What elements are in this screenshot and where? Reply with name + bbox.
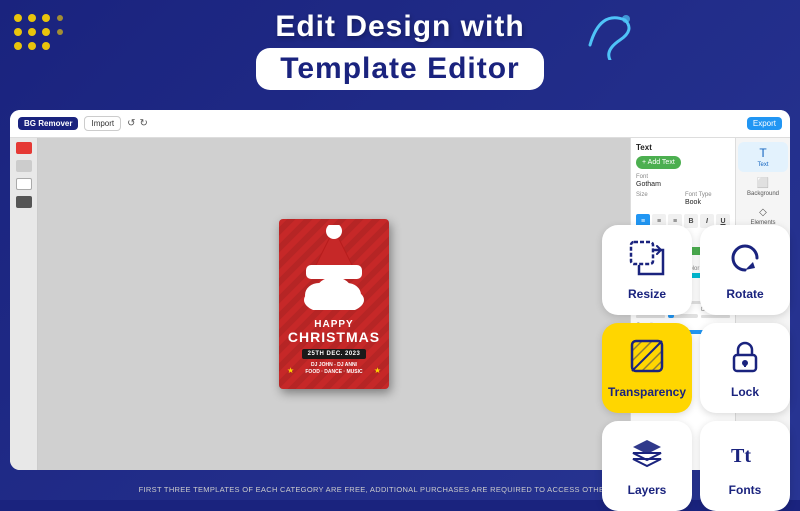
import-button[interactable]: Import bbox=[84, 116, 121, 131]
redo-icon[interactable]: ↻ bbox=[140, 118, 148, 129]
rotate-label: Rotate bbox=[726, 287, 763, 301]
layer-item[interactable] bbox=[16, 196, 32, 208]
hat-svg bbox=[304, 225, 364, 280]
card-date-banner: 25TH DEC. 2023 bbox=[302, 349, 367, 359]
resize-button[interactable]: Resize bbox=[602, 225, 692, 315]
main-content: BG Remover Import ↺ ↻ Export bbox=[0, 110, 800, 470]
undo-icon[interactable]: ↺ bbox=[127, 118, 135, 129]
layers-button[interactable]: Layers bbox=[602, 421, 692, 511]
background-tab-icon: ⬜ bbox=[757, 178, 769, 189]
header-line2: Template Editor bbox=[280, 52, 519, 86]
card-illustration bbox=[299, 275, 369, 315]
tab-background-label: Background bbox=[747, 191, 779, 197]
header-line2-wrap: Template Editor bbox=[256, 48, 543, 90]
layers-panel bbox=[10, 138, 38, 470]
layer-item[interactable] bbox=[16, 178, 32, 190]
layer-item[interactable] bbox=[16, 142, 32, 154]
christmas-card: HAPPY CHRISTMAS 25TH DEC. 2023 DJ JOHN -… bbox=[279, 219, 389, 389]
elements-tab-icon: ◇ bbox=[759, 207, 767, 218]
layer-thumb bbox=[16, 160, 32, 172]
editor-toolbar: BG Remover Import ↺ ↻ Export bbox=[10, 110, 790, 138]
add-text-button[interactable]: + Add Text bbox=[636, 156, 681, 169]
toolbar-icons: ↺ ↻ bbox=[127, 118, 148, 129]
resize-icon bbox=[629, 240, 665, 281]
font-type-label: Font Type bbox=[685, 192, 730, 198]
resize-label: Resize bbox=[628, 287, 666, 301]
header-line1: Edit Design with bbox=[0, 10, 800, 44]
transparency-button[interactable]: Transparency bbox=[602, 323, 692, 413]
layer-item[interactable] bbox=[16, 160, 32, 172]
tab-background[interactable]: ⬜ Background bbox=[738, 174, 788, 201]
layers-label: Layers bbox=[628, 483, 667, 497]
santa-hat bbox=[304, 225, 364, 280]
card-star-left: ★ bbox=[287, 366, 294, 375]
fonts-button[interactable]: Tt Fonts bbox=[700, 421, 790, 511]
card-dj-info: DJ JOHN - DJ ANNI FOOD · DANCE · MUSIC bbox=[305, 362, 362, 376]
lock-icon bbox=[727, 338, 763, 379]
header: Edit Design with Template Editor bbox=[0, 10, 800, 90]
lock-button[interactable]: Lock bbox=[700, 323, 790, 413]
size-font-type-row: Size Font Type Book bbox=[636, 192, 730, 210]
lock-label: Lock bbox=[731, 385, 759, 399]
card-star-right: ★ bbox=[374, 366, 381, 375]
transparency-label: Transparency bbox=[608, 385, 686, 399]
card-christmas-text: CHRISTMAS bbox=[288, 330, 380, 345]
font-type-col: Font Type Book bbox=[685, 192, 730, 210]
layer-thumb bbox=[16, 142, 32, 154]
tab-text-label: Text bbox=[757, 162, 768, 168]
tab-text[interactable]: T Text bbox=[738, 142, 788, 172]
font-type-value: Book bbox=[685, 199, 730, 206]
font-value: Gotham bbox=[636, 181, 730, 188]
feature-grid: Resize Rotate bbox=[602, 225, 790, 511]
fonts-icon: Tt bbox=[727, 436, 763, 477]
export-button[interactable]: Export bbox=[747, 117, 782, 130]
size-col: Size bbox=[636, 192, 681, 210]
layer-thumb bbox=[16, 178, 32, 190]
rotate-button[interactable]: Rotate bbox=[700, 225, 790, 315]
fonts-label: Fonts bbox=[729, 483, 762, 497]
layers-icon bbox=[629, 436, 665, 477]
font-label: Font bbox=[636, 174, 730, 180]
text-panel-title: Text bbox=[636, 143, 730, 152]
size-label: Size bbox=[636, 192, 681, 198]
layer-thumb bbox=[16, 196, 32, 208]
svg-text:Tt: Tt bbox=[731, 445, 751, 467]
transparency-icon bbox=[629, 338, 665, 379]
rotate-icon bbox=[727, 240, 763, 281]
text-tab-icon: T bbox=[759, 146, 766, 160]
canvas-area: HAPPY CHRISTMAS 25TH DEC. 2023 DJ JOHN -… bbox=[38, 138, 630, 470]
bg-remover-button[interactable]: BG Remover bbox=[18, 117, 78, 130]
cloud-svg bbox=[299, 275, 369, 310]
